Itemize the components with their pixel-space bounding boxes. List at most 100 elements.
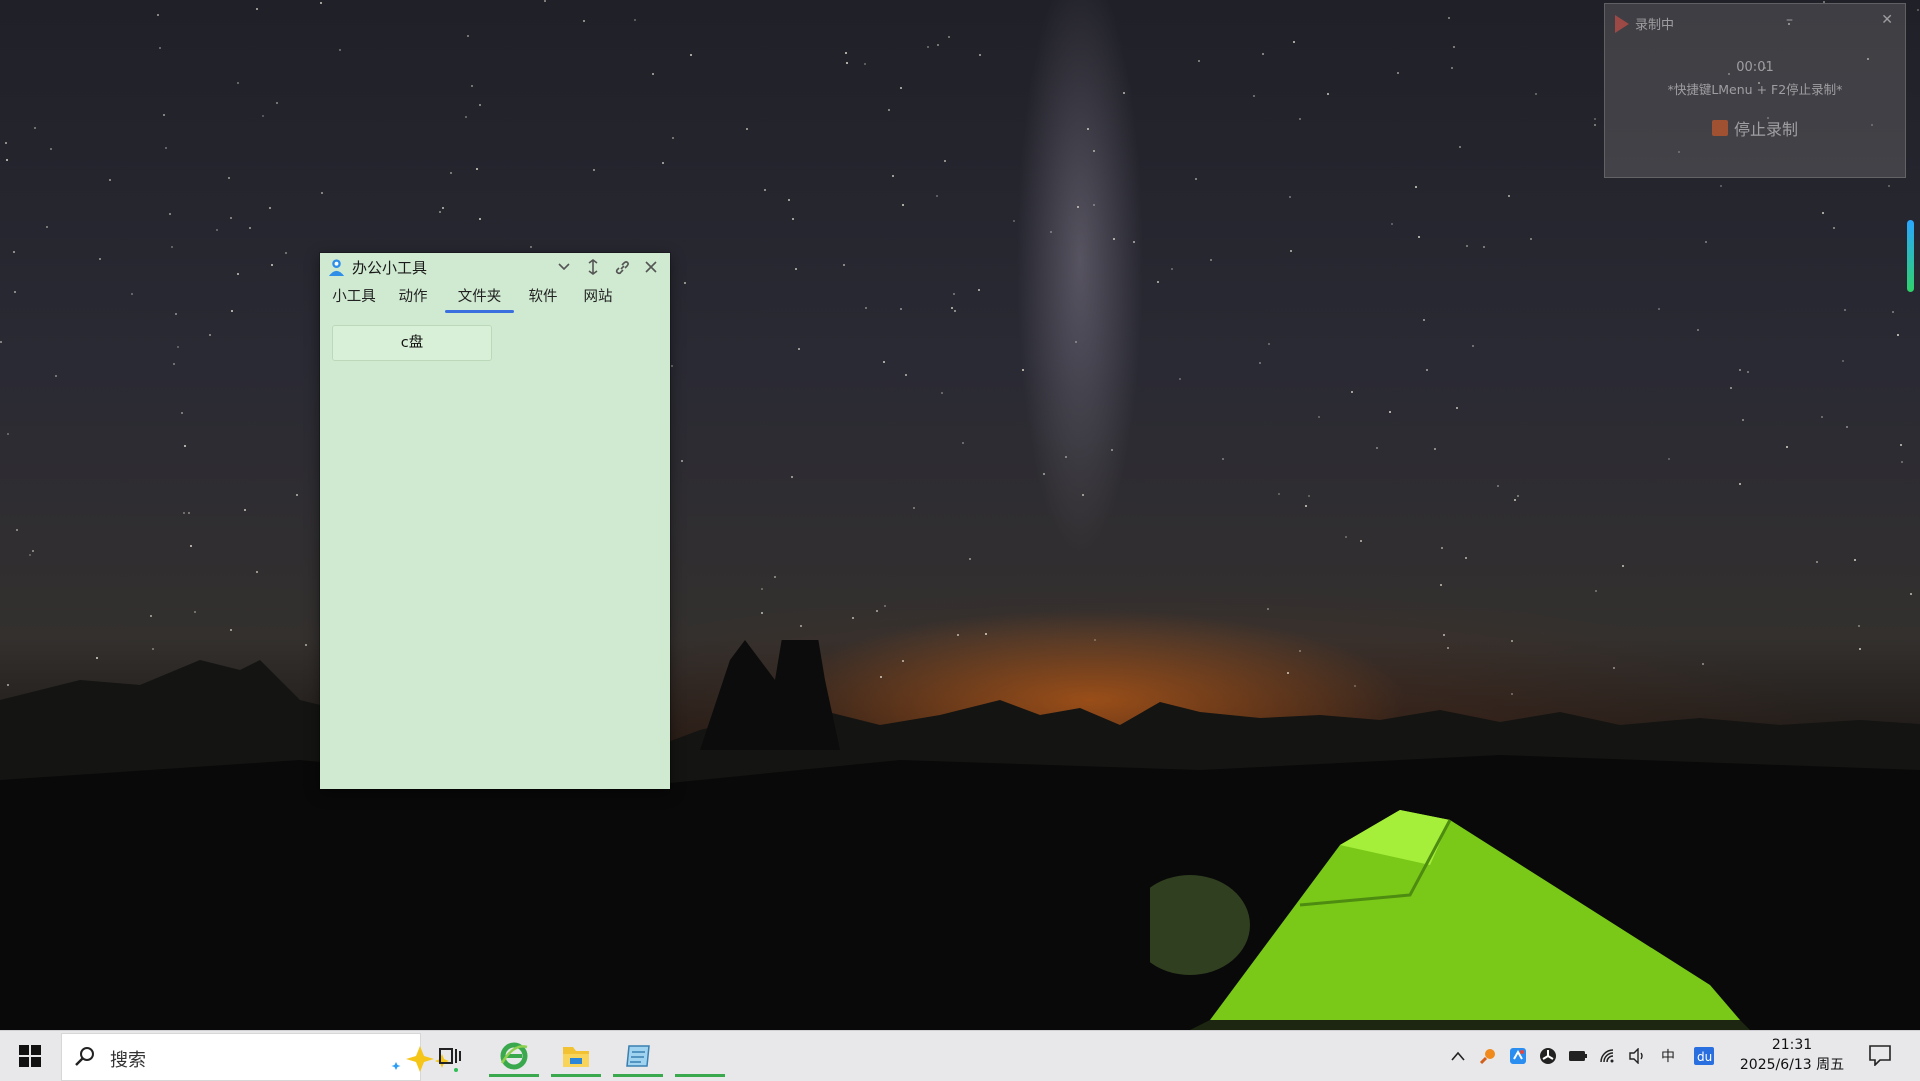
star xyxy=(1318,416,1320,418)
tray-baidu[interactable]: du xyxy=(1694,1046,1714,1066)
tray-network[interactable] xyxy=(1598,1046,1618,1066)
star xyxy=(1739,483,1741,485)
tray-input-method[interactable]: 中 xyxy=(1658,1046,1678,1066)
tab-small-tools[interactable]: 小工具 xyxy=(330,283,378,313)
recorder-header: 录制中 xyxy=(1615,14,1674,33)
star xyxy=(181,412,183,414)
star xyxy=(1426,369,1428,371)
star xyxy=(1075,341,1077,343)
taskbar-app-notepad[interactable] xyxy=(613,1035,663,1077)
star xyxy=(296,494,298,496)
star xyxy=(798,348,800,350)
taskbar-app-ie[interactable] xyxy=(489,1035,539,1077)
recorder-title: 录制中 xyxy=(1635,18,1675,33)
minimize-icon[interactable]: – xyxy=(1786,12,1793,28)
star xyxy=(1459,146,1461,148)
star xyxy=(1497,485,1499,487)
pin-link-button[interactable] xyxy=(611,256,633,278)
star xyxy=(1910,593,1912,595)
star xyxy=(761,588,763,590)
show-hidden-icons-button[interactable] xyxy=(1448,1046,1468,1066)
star xyxy=(14,291,16,293)
tab-websites[interactable]: 网站 xyxy=(581,283,615,313)
star xyxy=(339,49,341,51)
tab-software[interactable]: 软件 xyxy=(526,283,560,313)
stop-icon xyxy=(1711,120,1728,136)
start-button[interactable] xyxy=(8,1039,52,1073)
taskbar: 搜索 中 du 21:31 2025/6/13 周五 xyxy=(0,1030,1920,1081)
tray-app-logo[interactable] xyxy=(1538,1046,1558,1066)
star xyxy=(1050,231,1052,233)
taskbar-app-office-tools[interactable] xyxy=(675,1035,725,1077)
star xyxy=(194,611,196,613)
notification-center-button[interactable] xyxy=(1868,1044,1892,1070)
star xyxy=(1327,93,1329,95)
star xyxy=(1351,391,1353,393)
star xyxy=(1133,241,1135,243)
task-view-button[interactable] xyxy=(425,1035,475,1077)
star xyxy=(1262,53,1264,55)
star xyxy=(1253,95,1255,97)
star xyxy=(1705,241,1707,243)
window-title: 办公小工具 xyxy=(352,258,428,277)
star xyxy=(190,545,192,547)
star xyxy=(672,137,674,139)
tab-folders[interactable]: 文件夹 xyxy=(445,283,514,313)
star xyxy=(467,35,469,37)
taskbar-clock[interactable]: 21:31 2025/6/13 周五 xyxy=(1732,1035,1852,1075)
star xyxy=(256,8,258,10)
tab-content: c盘 xyxy=(320,315,670,789)
chevron-down-icon xyxy=(558,263,570,271)
magnifier-orange-icon xyxy=(1479,1049,1495,1065)
star xyxy=(209,334,211,336)
star xyxy=(761,612,763,614)
star xyxy=(544,0,546,2)
taskbar-app-file-explorer[interactable] xyxy=(551,1035,601,1077)
blue-app-icon xyxy=(1510,1048,1526,1064)
star xyxy=(1453,46,1455,48)
star xyxy=(230,217,232,219)
star xyxy=(1668,458,1670,460)
star xyxy=(184,445,186,447)
close-window-button[interactable] xyxy=(640,256,662,278)
star xyxy=(450,172,452,174)
star xyxy=(530,246,532,248)
star xyxy=(183,512,185,514)
tray-search-app[interactable] xyxy=(1478,1046,1498,1066)
notification-icon xyxy=(1869,1045,1891,1067)
star xyxy=(937,44,939,46)
star xyxy=(864,63,866,65)
tray-battery[interactable] xyxy=(1568,1046,1588,1066)
star xyxy=(1087,128,1089,130)
c-drive-button[interactable]: c盘 xyxy=(332,325,492,361)
star xyxy=(1043,473,1045,475)
star xyxy=(320,2,322,4)
close-icon[interactable]: ✕ xyxy=(1881,12,1893,28)
star xyxy=(1514,499,1516,501)
star xyxy=(1077,206,1079,208)
stop-recording-button[interactable]: 停止录制 xyxy=(1605,116,1905,140)
star xyxy=(951,307,953,309)
window-titlebar[interactable]: 办公小工具 xyxy=(320,253,670,281)
star xyxy=(177,346,179,348)
taskbar-search-box[interactable]: 搜索 xyxy=(61,1033,458,1081)
star xyxy=(1259,362,1261,364)
star xyxy=(13,251,15,253)
star xyxy=(34,127,36,129)
wifi-icon xyxy=(1600,1049,1614,1063)
resize-vertical-button[interactable] xyxy=(582,256,604,278)
star xyxy=(157,14,159,16)
star xyxy=(150,615,152,617)
collapse-button[interactable] xyxy=(553,256,575,278)
star xyxy=(941,392,943,394)
star xyxy=(216,229,218,231)
tab-actions[interactable]: 动作 xyxy=(396,283,430,313)
star xyxy=(684,282,686,284)
tray-app-blue[interactable] xyxy=(1508,1046,1528,1066)
star xyxy=(1308,495,1310,497)
star xyxy=(1465,557,1467,559)
star xyxy=(1742,419,1744,421)
star xyxy=(953,293,955,295)
battery-icon xyxy=(1569,1051,1587,1061)
tray-volume[interactable] xyxy=(1628,1046,1648,1066)
